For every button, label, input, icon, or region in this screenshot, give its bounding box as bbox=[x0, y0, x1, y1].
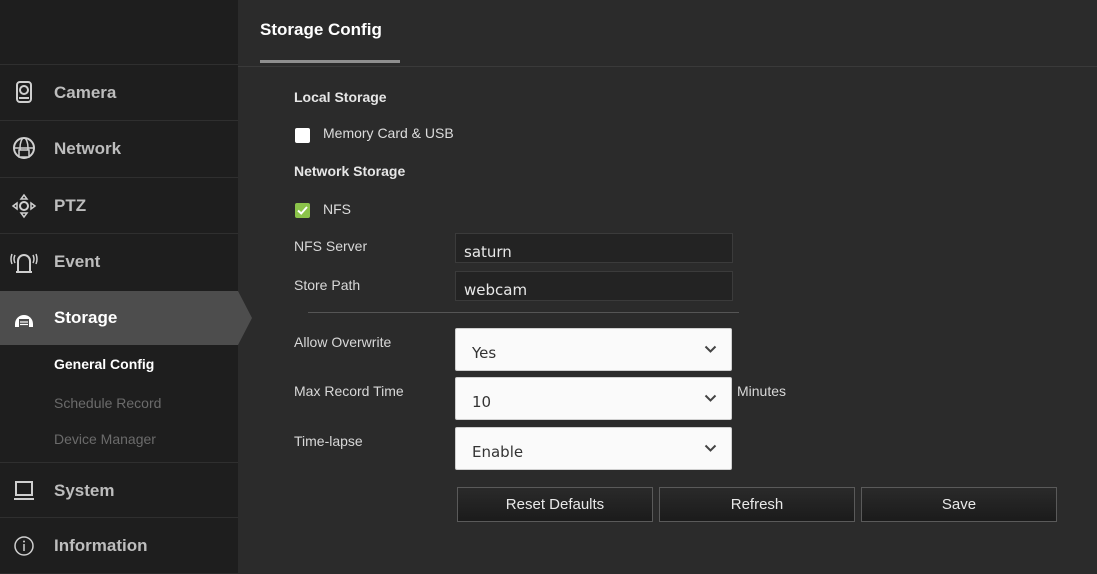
allow-overwrite-label: Allow Overwrite bbox=[294, 334, 392, 350]
sidebar-item-system[interactable]: System bbox=[0, 462, 238, 519]
chevron-down-icon bbox=[704, 444, 717, 452]
local-storage-heading: Local Storage bbox=[294, 89, 387, 105]
event-alarm-icon bbox=[10, 253, 38, 273]
camera-icon bbox=[16, 81, 32, 103]
sidebar: Camera Network PTZ Event Storage General… bbox=[0, 0, 252, 574]
subnav-device-manager[interactable]: Device Manager bbox=[54, 431, 156, 447]
network-globe-icon bbox=[13, 137, 35, 159]
nfs-checkbox[interactable] bbox=[295, 203, 310, 218]
nfs-label: NFS bbox=[323, 201, 351, 217]
nfs-server-input[interactable]: saturn bbox=[455, 233, 733, 263]
sidebar-item-label: Network bbox=[54, 139, 122, 158]
save-button[interactable]: Save bbox=[861, 487, 1057, 522]
sidebar-item-label: Storage bbox=[54, 308, 118, 327]
max-record-time-label: Max Record Time bbox=[294, 383, 404, 399]
store-path-input[interactable]: webcam bbox=[455, 271, 733, 301]
time-lapse-select[interactable]: Enable bbox=[455, 427, 732, 470]
sidebar-item-information[interactable]: Information bbox=[0, 517, 238, 574]
sidebar-item-label: Information bbox=[54, 536, 148, 555]
sidebar-item-camera[interactable]: Camera bbox=[0, 64, 238, 121]
ptz-icon bbox=[11, 193, 37, 219]
select-value: Yes bbox=[472, 344, 497, 362]
sidebar-item-label: PTZ bbox=[54, 196, 87, 215]
store-path-label: Store Path bbox=[294, 277, 361, 293]
refresh-button[interactable]: Refresh bbox=[659, 487, 855, 522]
select-value: 10 bbox=[472, 393, 492, 411]
title-underline bbox=[260, 60, 400, 63]
sidebar-item-label: Camera bbox=[54, 83, 117, 102]
page-title: Storage Config bbox=[260, 20, 382, 39]
nfs-server-label: NFS Server bbox=[294, 238, 368, 254]
subnav-schedule-record[interactable]: Schedule Record bbox=[54, 395, 161, 411]
info-icon bbox=[14, 536, 34, 556]
sidebar-item-label: System bbox=[54, 481, 115, 500]
sidebar-item-network[interactable]: Network bbox=[0, 120, 238, 177]
sidebar-item-event[interactable]: Event bbox=[0, 233, 238, 290]
allow-overwrite-select[interactable]: Yes bbox=[455, 328, 732, 371]
sidebar-item-label: Event bbox=[54, 252, 101, 271]
storage-icon bbox=[15, 315, 33, 327]
chevron-down-icon bbox=[704, 394, 717, 402]
memory-card-label: Memory Card & USB bbox=[323, 125, 454, 141]
minutes-unit-label: Minutes bbox=[737, 383, 787, 399]
select-value: Enable bbox=[472, 443, 524, 461]
time-lapse-label: Time-lapse bbox=[294, 433, 363, 449]
max-record-time-select[interactable]: 10 bbox=[455, 377, 732, 420]
memory-card-checkbox[interactable] bbox=[295, 128, 310, 143]
sidebar-item-ptz[interactable]: PTZ bbox=[0, 177, 238, 234]
subnav-general-config[interactable]: General Config bbox=[54, 356, 154, 372]
system-monitor-icon bbox=[14, 481, 34, 500]
reset-defaults-button[interactable]: Reset Defaults bbox=[457, 487, 653, 522]
checkmark-icon bbox=[297, 206, 308, 215]
sidebar-item-storage[interactable]: Storage bbox=[0, 291, 238, 345]
network-storage-heading: Network Storage bbox=[294, 163, 406, 179]
divider bbox=[308, 312, 739, 313]
chevron-down-icon bbox=[704, 345, 717, 353]
